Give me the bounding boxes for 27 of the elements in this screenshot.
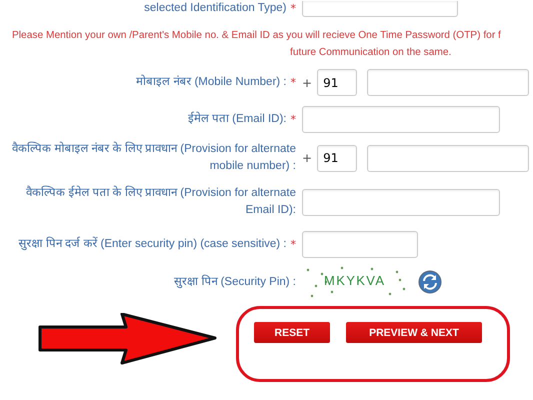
plus-sign: + [302,151,312,165]
field-label: वैकल्पिक ईमेल पता के लिए प्रावधान (Provision for alternate Email ID): [25,185,296,218]
field-label: सुरक्षा पिन दर्ज करें (Enter security pin) (case sensitive) : [18,236,286,252]
field-label: मोबाइल नंबर (Mobile Number) : [136,74,286,90]
reset-button[interactable]: RESET [254,322,330,343]
field-label: selected Identification Type) [144,1,286,16]
plus-sign: + [302,76,312,90]
input-field[interactable]: 91 [317,69,358,96]
input-field[interactable]: 91 [317,144,358,172]
field-label: वैकल्पिक मोबाइल नंबर के लिए प्रावधान (Provision for alternate mobile number) : [11,141,296,174]
required-mark: * [290,238,296,251]
refresh-icon[interactable] [418,270,442,294]
required-mark: * [290,2,296,15]
required-mark: * [290,113,296,126]
input-field[interactable] [302,188,500,216]
captcha-text: MKYKVA [324,273,384,288]
required-mark: * [290,76,296,89]
input-field[interactable] [302,231,418,258]
input-field[interactable] [367,69,530,96]
input-field[interactable] [302,106,500,133]
field-label: सुरक्षा पिन (Security Pin) : [174,274,296,290]
notice-text: future Communication on the same. [290,46,452,60]
input-field[interactable] [302,0,458,16]
notice-text: Please Mention your own /Parent's Mobile no. & Email ID as you will recieve One Time Password (OTP) for f [12,29,501,43]
input-field[interactable] [367,144,530,172]
next-button[interactable]: PREVIEW & NEXT [346,322,482,343]
field-label: ईमेल पता (Email ID): [188,111,286,127]
